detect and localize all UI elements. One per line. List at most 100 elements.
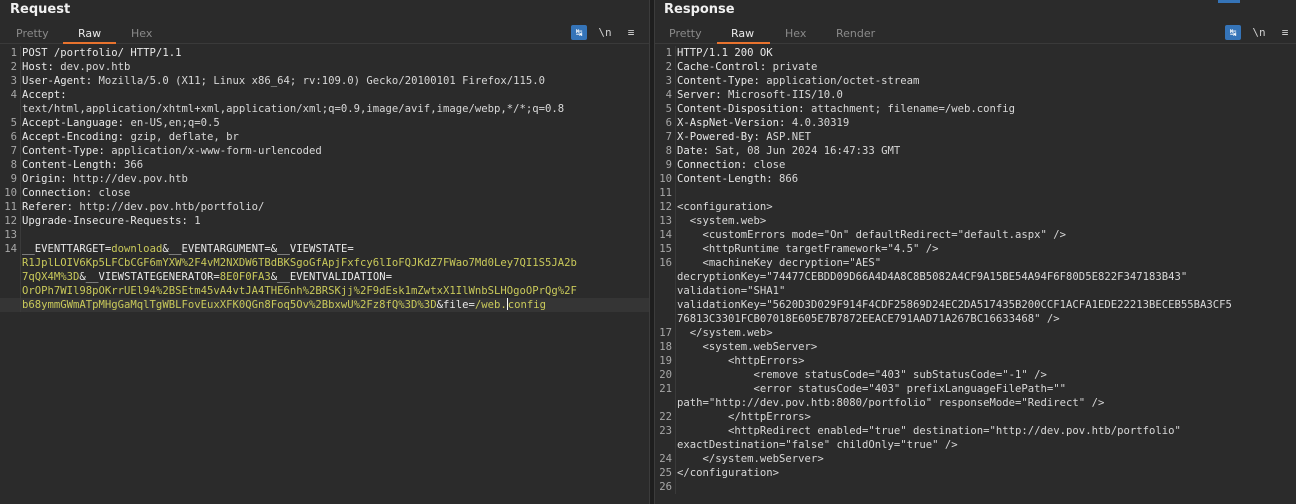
header-name: POST /portfolio/ HTTP/1.1 bbox=[22, 47, 182, 59]
code-line: 12 Upgrade-Insecure-Requests: 1 bbox=[0, 214, 649, 228]
param-value: b68ymmGWmATpMHgGaMqlTgWBLFovEuxXFK0QGn8F… bbox=[22, 299, 437, 311]
code-text[interactable] bbox=[675, 186, 1296, 200]
code-line: decryptionKey="74477CEBDD09D66A4D4A8C8B5… bbox=[655, 270, 1296, 284]
code-text[interactable]: </httpErrors> bbox=[675, 410, 1296, 424]
code-text[interactable]: Date: Sat, 08 Jun 2024 16:47:33 GMT bbox=[675, 144, 1296, 158]
line-number bbox=[0, 270, 20, 284]
code-text[interactable]: Accept-Language: en-US,en;q=0.5 bbox=[20, 116, 649, 130]
code-text[interactable]: Server: Microsoft-IIS/10.0 bbox=[675, 88, 1296, 102]
code-text[interactable]: validationKey="5620D3D029F914F4CDF25869D… bbox=[675, 298, 1296, 312]
line-number: 22 bbox=[659, 411, 672, 423]
code-text[interactable]: __EVENTTARGET=download&__EVENTARGUMENT=&… bbox=[20, 242, 649, 256]
code-text[interactable]: <httpRedirect enabled="true" destination… bbox=[675, 424, 1296, 438]
code-text[interactable]: <httpErrors> bbox=[675, 354, 1296, 368]
code-line: 4 Server: Microsoft-IIS/10.0 bbox=[655, 88, 1296, 102]
code-text[interactable]: <configuration> bbox=[675, 200, 1296, 214]
code-text[interactable]: HTTP/1.1 200 OK bbox=[675, 46, 1296, 60]
code-text[interactable]: <error statusCode="403" prefixLanguageFi… bbox=[675, 382, 1296, 396]
line-number: 13 bbox=[4, 229, 17, 241]
code-text[interactable]: X-AspNet-Version: 4.0.30319 bbox=[675, 116, 1296, 130]
code-text[interactable]: Host: dev.pov.htb bbox=[20, 60, 649, 74]
code-text[interactable]: X-Powered-By: ASP.NET bbox=[675, 130, 1296, 144]
code-text[interactable]: <customErrors mode="On" defaultRedirect=… bbox=[675, 228, 1296, 242]
response-tab-pretty[interactable]: Pretty bbox=[669, 27, 702, 40]
code-text[interactable]: Connection: close bbox=[675, 158, 1296, 172]
wrap-lines-icon[interactable]: ↹ bbox=[1225, 25, 1241, 40]
line-number bbox=[0, 284, 20, 298]
code-line: 16 <machineKey decryption="AES" bbox=[655, 256, 1296, 270]
menu-icon[interactable]: ≡ bbox=[1277, 25, 1293, 40]
header-value: exactDestination="false" childOnly="true… bbox=[677, 439, 958, 451]
code-text[interactable]: b68ymmGWmATpMHgGaMqlTgWBLFovEuxXFK0QGn8F… bbox=[20, 298, 649, 312]
request-editor[interactable]: 1 POST /portfolio/ HTTP/1.1 2 Host: dev.pov… bbox=[0, 46, 649, 504]
newline-icon[interactable]: \n bbox=[1251, 25, 1267, 40]
code-line: 12 <configuration> bbox=[655, 200, 1296, 214]
code-text[interactable]: exactDestination="false" childOnly="true… bbox=[675, 438, 1296, 452]
menu-icon[interactable]: ≡ bbox=[623, 25, 639, 40]
code-text[interactable]: </configuration> bbox=[675, 466, 1296, 480]
code-text[interactable]: Content-Type: application/octet-stream bbox=[675, 74, 1296, 88]
header-value: attachment; filename=/web.config bbox=[804, 103, 1016, 115]
request-tab-pretty[interactable]: Pretty bbox=[16, 27, 49, 40]
code-text[interactable]: <system.web> bbox=[675, 214, 1296, 228]
code-line: path="http://dev.pov.htb:8080/portfolio"… bbox=[655, 396, 1296, 410]
code-text[interactable]: OrOPh7WIl98pOKrrUEl94%2BSEtm45vA4vtJA4TH… bbox=[20, 284, 649, 298]
line-number: 25 bbox=[659, 467, 672, 479]
code-text[interactable]: POST /portfolio/ HTTP/1.1 bbox=[20, 46, 649, 60]
code-text[interactable] bbox=[675, 480, 1296, 494]
code-text[interactable] bbox=[20, 228, 649, 242]
code-text[interactable]: Referer: http://dev.pov.htb/portfolio/ bbox=[20, 200, 649, 214]
response-editor[interactable]: 1 HTTP/1.1 200 OK 2 Cache-Control: private 3… bbox=[655, 46, 1296, 504]
code-text[interactable]: R1JplLOIV6Kp5LFCbCGF6mYXW%2F4vM2NXDW6TBd… bbox=[20, 256, 649, 270]
header-value: http://dev.pov.htb/portfolio/ bbox=[73, 201, 265, 213]
code-text[interactable]: Accept: bbox=[20, 88, 649, 102]
request-tab-hex[interactable]: Hex bbox=[131, 27, 152, 40]
code-text[interactable]: path="http://dev.pov.htb:8080/portfolio"… bbox=[675, 396, 1296, 410]
code-text[interactable]: 7qQX4M%3D&__VIEWSTATEGENERATOR=8E0F0FA3&… bbox=[20, 270, 649, 284]
code-text[interactable]: Upgrade-Insecure-Requests: 1 bbox=[20, 214, 649, 228]
code-text[interactable]: <remove statusCode="403" subStatusCode="… bbox=[675, 368, 1296, 382]
request-tab-raw[interactable]: Raw bbox=[78, 27, 101, 40]
code-text[interactable]: 76813C3301FCB07018E605E7B7872EEACE791AAD… bbox=[675, 312, 1296, 326]
wrap-lines-icon[interactable]: ↹ bbox=[571, 25, 587, 40]
code-line: 9 Origin: http://dev.pov.htb bbox=[0, 172, 649, 186]
code-text[interactable]: </system.web> bbox=[675, 326, 1296, 340]
code-line: 14 <customErrors mode="On" defaultRedire… bbox=[655, 228, 1296, 242]
code-text[interactable]: <system.webServer> bbox=[675, 340, 1296, 354]
response-tab-raw[interactable]: Raw bbox=[731, 27, 754, 40]
header-name: Server: bbox=[677, 89, 722, 101]
header-value: <configuration> bbox=[677, 201, 773, 213]
code-text[interactable]: </system.webServer> bbox=[675, 452, 1296, 466]
code-text[interactable]: Accept-Encoding: gzip, deflate, br bbox=[20, 130, 649, 144]
code-text[interactable]: <httpRuntime targetFramework="4.5" /> bbox=[675, 242, 1296, 256]
code-text[interactable]: Content-Disposition: attachment; filenam… bbox=[675, 102, 1296, 116]
header-value: <httpRuntime targetFramework="4.5" /> bbox=[677, 243, 939, 255]
param-name: __EVENTTARGET= bbox=[22, 243, 112, 255]
newline-icon[interactable]: \n bbox=[597, 25, 613, 40]
code-text[interactable]: decryptionKey="74477CEBDD09D66A4D4A8C8B5… bbox=[675, 270, 1296, 284]
request-tab-underline bbox=[63, 42, 116, 44]
line-number bbox=[655, 270, 675, 284]
code-text[interactable]: Cache-Control: private bbox=[675, 60, 1296, 74]
response-tab-render[interactable]: Render bbox=[836, 27, 875, 40]
header-value: path="http://dev.pov.htb:8080/portfolio"… bbox=[677, 397, 1105, 409]
code-line: exactDestination="false" childOnly="true… bbox=[655, 438, 1296, 452]
code-text[interactable]: Origin: http://dev.pov.htb bbox=[20, 172, 649, 186]
code-text[interactable]: validation="SHA1" bbox=[675, 284, 1296, 298]
code-text[interactable]: Content-Length: 866 bbox=[675, 172, 1296, 186]
code-line: 13 <system.web> bbox=[655, 214, 1296, 228]
code-text[interactable]: text/html,application/xhtml+xml,applicat… bbox=[20, 102, 649, 116]
line-number: 6 bbox=[665, 117, 672, 129]
code-text[interactable]: Content-Length: 366 bbox=[20, 158, 649, 172]
code-text[interactable]: Connection: close bbox=[20, 186, 649, 200]
header-value: 76813C3301FCB07018E605E7B7872EEACE791AAD… bbox=[677, 313, 1060, 325]
header-name: Content-Disposition: bbox=[677, 103, 805, 115]
code-text[interactable]: Content-Type: application/x-www-form-url… bbox=[20, 144, 649, 158]
code-text[interactable]: <machineKey decryption="AES" bbox=[675, 256, 1296, 270]
line-number: 3 bbox=[10, 75, 17, 87]
line-number: 13 bbox=[659, 215, 672, 227]
line-number: 24 bbox=[659, 453, 672, 465]
code-text[interactable]: User-Agent: Mozilla/5.0 (X11; Linux x86_… bbox=[20, 74, 649, 88]
line-number: 10 bbox=[4, 187, 17, 199]
response-tab-hex[interactable]: Hex bbox=[785, 27, 806, 40]
